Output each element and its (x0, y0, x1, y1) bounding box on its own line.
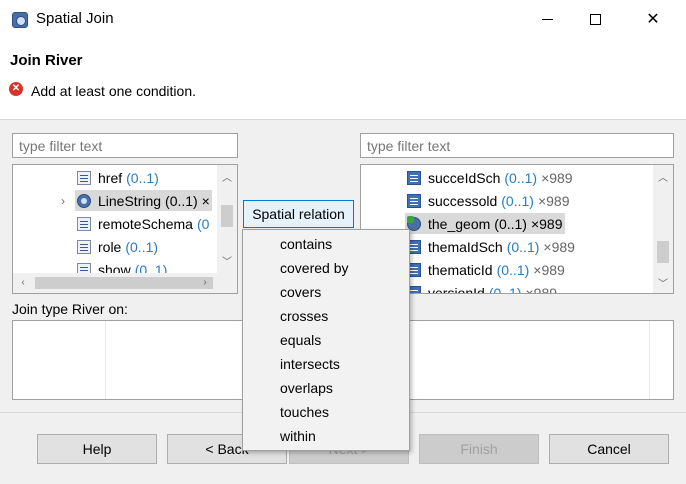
tree-row[interactable]: href (0..1) (75, 166, 161, 189)
maximize-icon (589, 13, 601, 25)
scroll-thumb[interactable] (35, 277, 213, 289)
right-vertical-scrollbar[interactable]: ︿ ﹀ (653, 165, 673, 293)
list-icon (407, 170, 421, 185)
property-icon (77, 170, 91, 185)
menu-item-overlaps[interactable]: overlaps (244, 376, 408, 400)
right-filter-input[interactable] (360, 133, 674, 158)
tree-row[interactable]: themaIdSch (0..1) ×989 (405, 235, 577, 258)
geometry-icon (77, 193, 91, 208)
menu-item-equals[interactable]: equals (244, 328, 408, 352)
app-icon (12, 12, 28, 28)
error-icon: ✕ (9, 82, 23, 96)
page-title: Join River (10, 52, 83, 69)
chevron-right-icon[interactable]: › (61, 194, 65, 208)
tree-row[interactable]: role (0..1) (75, 235, 160, 258)
list-icon (407, 193, 421, 208)
property-icon (77, 239, 91, 254)
scroll-thumb[interactable] (657, 241, 669, 263)
scroll-left-icon[interactable]: ‹ (13, 277, 33, 288)
property-icon (77, 216, 91, 231)
window-titlebar: Spatial Join ✕ (0, 0, 686, 38)
wizard-header: Join River ✕ Add at least one condition. (0, 38, 686, 120)
menu-item-covers[interactable]: covers (244, 280, 408, 304)
error-message: Add at least one condition. (31, 83, 197, 99)
menu-item-within[interactable]: within (244, 424, 408, 448)
join-type-label: Join type River on: (12, 301, 128, 317)
tree-row[interactable]: versionId (0..1) ×989 (405, 281, 559, 293)
close-icon: ✕ (646, 11, 660, 28)
menu-item-intersects[interactable]: intersects (244, 352, 408, 376)
spatial-relation-menu: contains covered by covers crosses equal… (242, 229, 410, 451)
finish-button[interactable]: Finish (419, 434, 539, 464)
scroll-up-icon[interactable]: ︿ (217, 169, 237, 184)
minimize-icon (541, 18, 553, 20)
left-horizontal-scrollbar[interactable]: ‹ › (13, 273, 237, 293)
table-divider (105, 321, 106, 399)
help-button[interactable]: Help (37, 434, 157, 464)
close-button[interactable]: ✕ (630, 0, 676, 38)
scroll-thumb[interactable] (221, 205, 233, 227)
tree-row[interactable]: successold (0..1) ×989 (405, 189, 572, 212)
scroll-down-icon[interactable]: ﹀ (653, 275, 673, 290)
cancel-button[interactable]: Cancel (549, 434, 669, 464)
tree-row[interactable]: remoteSchema (0 (75, 212, 211, 235)
menu-item-crosses[interactable]: crosses (244, 304, 408, 328)
tree-row[interactable]: the_geom (0..1) ×989 (405, 212, 565, 235)
tree-row[interactable]: › LineString (0..1) × (61, 189, 212, 212)
left-property-tree[interactable]: href (0..1) › LineString (0..1) × remoteSc… (12, 164, 238, 294)
menu-item-contains[interactable]: contains (244, 232, 408, 256)
scroll-down-icon[interactable]: ﹀ (217, 253, 237, 268)
scroll-right-icon[interactable]: › (195, 277, 215, 288)
maximize-button[interactable] (572, 0, 618, 38)
minimize-button[interactable] (524, 0, 570, 38)
left-vertical-scrollbar[interactable]: ︿ ﹀ (217, 165, 237, 273)
tree-row[interactable]: thematicId (0..1) ×989 (405, 258, 567, 281)
scroll-up-icon[interactable]: ︿ (653, 169, 673, 184)
spatial-relation-button[interactable]: Spatial relation (243, 200, 354, 228)
menu-item-touches[interactable]: touches (244, 400, 408, 424)
left-filter-input[interactable] (12, 133, 238, 158)
table-divider (649, 321, 650, 399)
menu-item-covered-by[interactable]: covered by (244, 256, 408, 280)
tree-row[interactable]: succeIdSch (0..1) ×989 (405, 166, 575, 189)
window-title: Spatial Join (36, 10, 114, 27)
